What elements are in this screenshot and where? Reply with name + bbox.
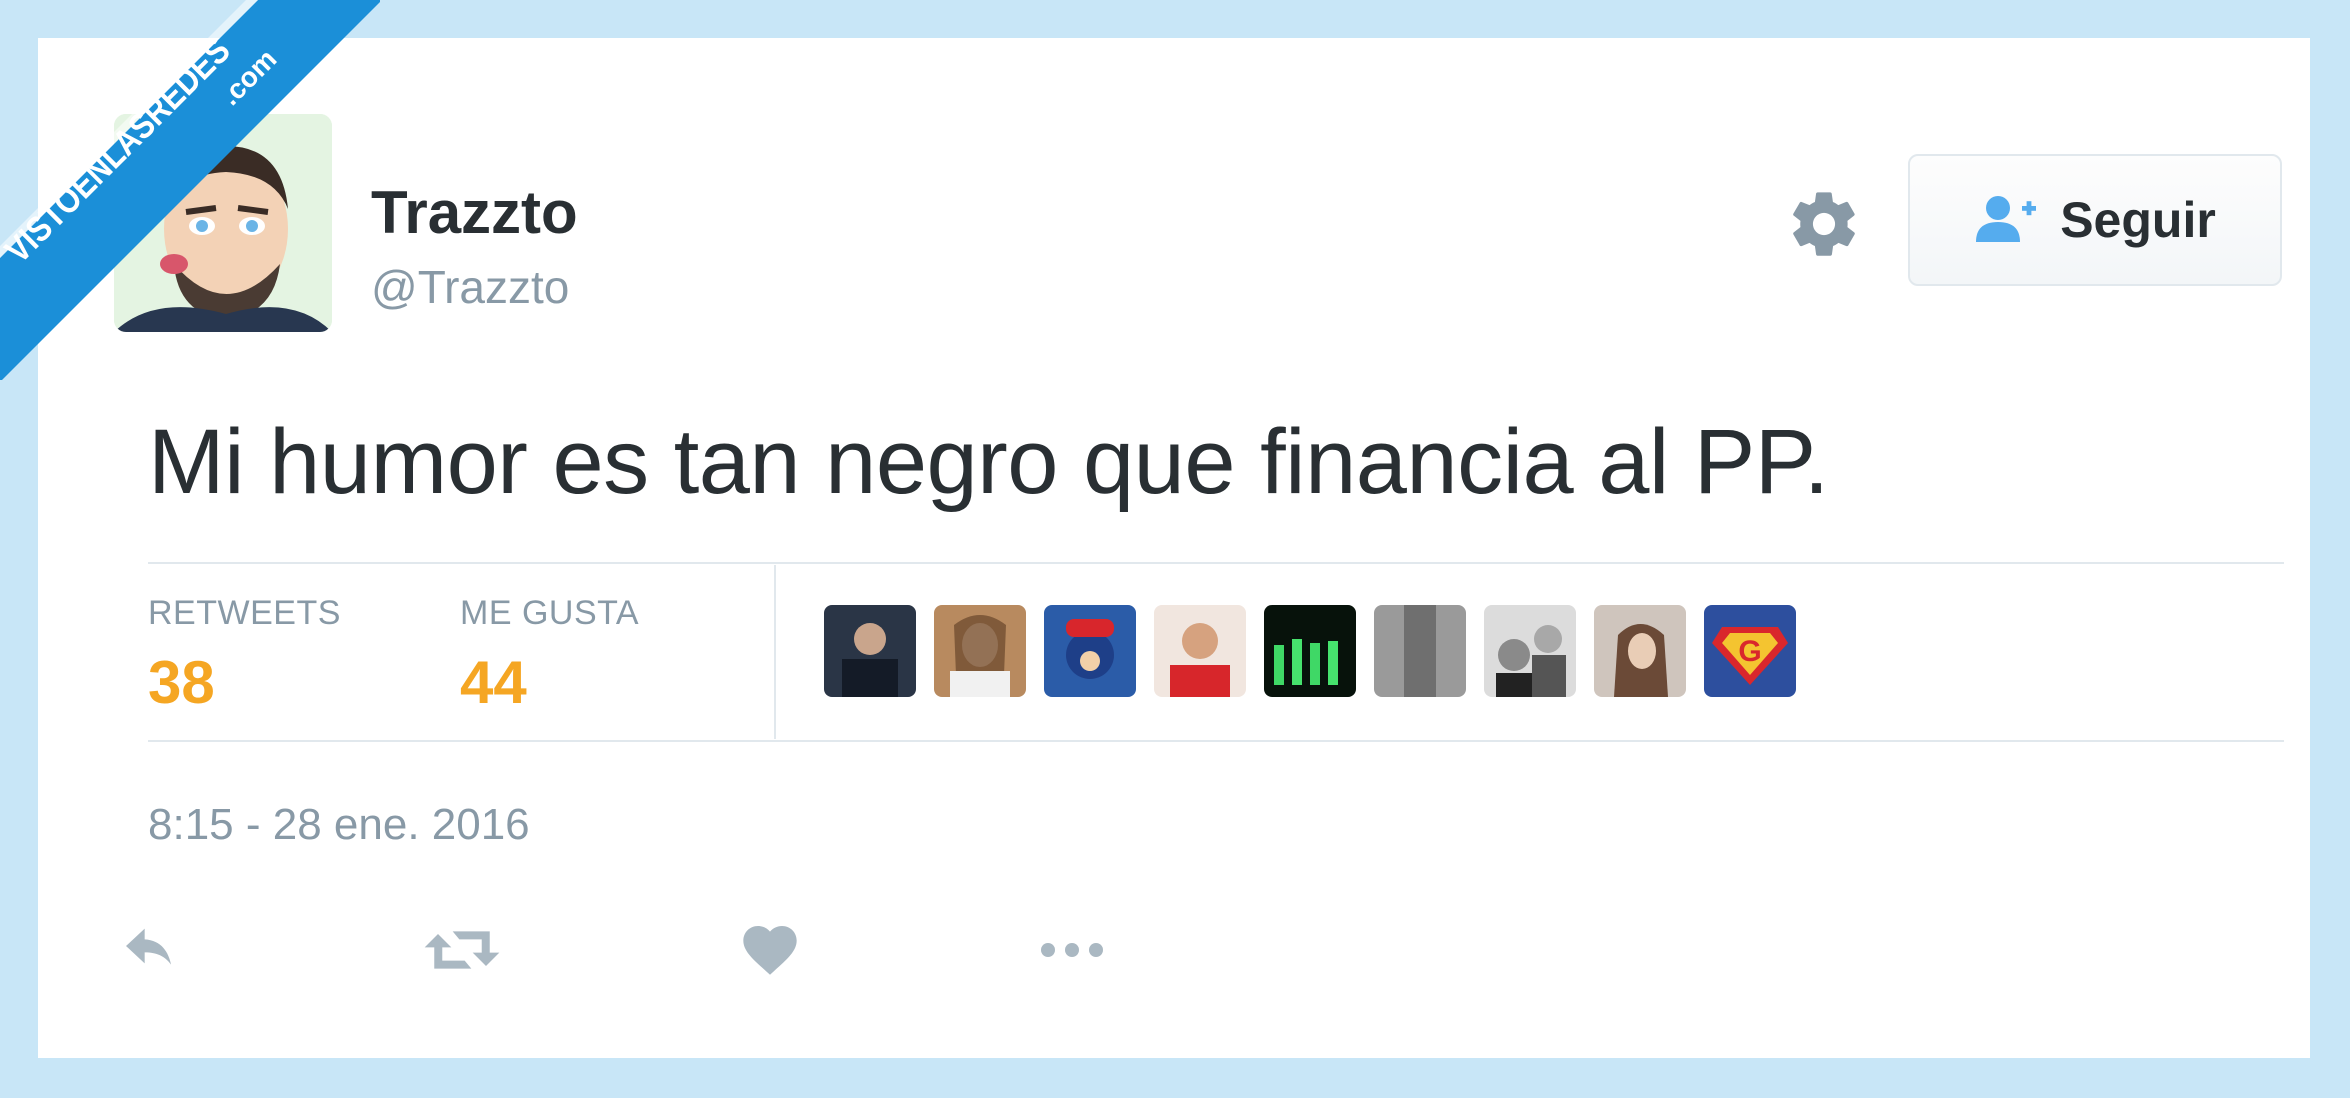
author-name[interactable]: Trazzto (371, 178, 578, 247)
tweet-text: Mi humor es tan negro que financia al PP… (148, 411, 1829, 513)
liker-avatar[interactable] (1374, 605, 1466, 697)
watermark-badge: VISTOENLASREDES .com (0, 0, 380, 380)
liker-avatar[interactable] (1484, 605, 1576, 697)
likes-count[interactable]: 44 (460, 648, 527, 717)
add-user-icon (1974, 192, 2038, 249)
stats-divider (774, 565, 776, 739)
retweet-icon[interactable] (422, 918, 502, 982)
likes-label[interactable]: ME GUSTA (460, 594, 639, 633)
liker-avatar[interactable] (824, 605, 916, 697)
liker-avatar[interactable] (1044, 605, 1136, 697)
follow-button[interactable]: Seguir (1908, 154, 2282, 286)
tweet-timestamp[interactable]: 8:15 - 28 ene. 2016 (148, 800, 530, 850)
more-icon[interactable] (1032, 918, 1112, 982)
reply-icon[interactable] (118, 918, 182, 982)
heart-icon[interactable] (738, 918, 802, 982)
svg-text:G: G (1738, 635, 1761, 668)
liker-avatar[interactable] (934, 605, 1026, 697)
liker-avatar[interactable] (1594, 605, 1686, 697)
follow-label: Seguir (2060, 192, 2216, 248)
liker-avatar[interactable] (1154, 605, 1246, 697)
divider (148, 562, 2284, 564)
retweets-count[interactable]: 38 (148, 648, 215, 717)
divider (148, 740, 2284, 742)
likers-list: G (824, 605, 1796, 697)
liker-avatar[interactable] (1264, 605, 1356, 697)
gear-icon[interactable] (1786, 186, 1862, 262)
retweets-label[interactable]: RETWEETS (148, 594, 341, 633)
author-handle[interactable]: @Trazzto (371, 260, 569, 314)
liker-avatar[interactable]: G (1704, 605, 1796, 697)
